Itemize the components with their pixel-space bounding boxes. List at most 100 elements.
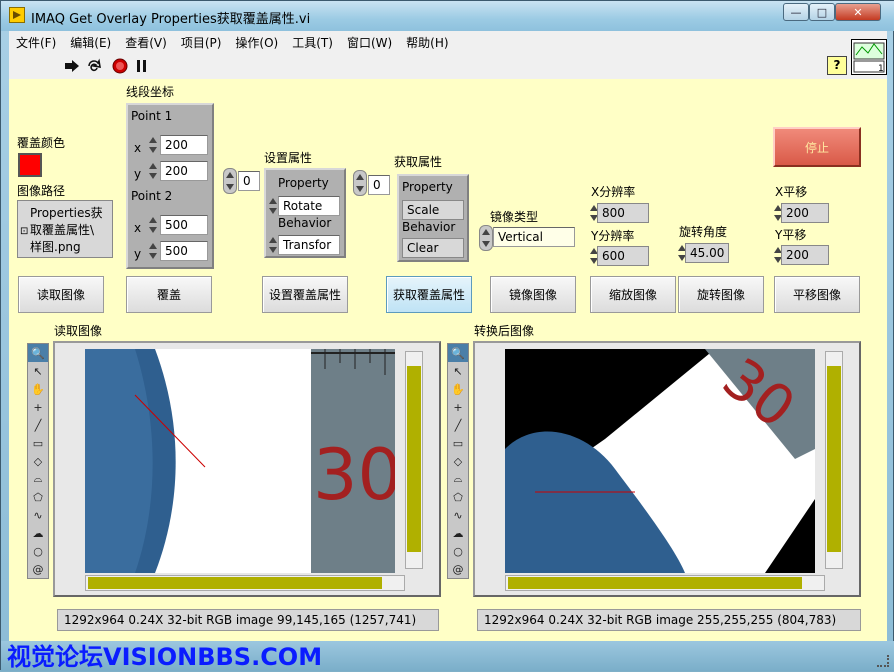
point-tool-icon[interactable]: +	[28, 398, 48, 416]
display1-vscroll[interactable]	[405, 351, 423, 569]
menu-project[interactable]: 项目(P)	[174, 34, 229, 51]
mirror-type-spinner[interactable]	[479, 225, 493, 251]
get-index-spinner[interactable]	[353, 170, 367, 196]
freehand-tool-icon[interactable]: ∿	[448, 506, 468, 524]
display2-vscroll[interactable]	[825, 351, 843, 569]
rotate-image-button[interactable]: 旋转图像	[678, 276, 764, 313]
display2-vscroll-thumb[interactable]	[827, 366, 841, 552]
line-tool-icon[interactable]: ╱	[448, 416, 468, 434]
zoom-tool-icon[interactable]: 🔍	[28, 344, 48, 362]
image-path-control[interactable]: ⊡ Properties获 取覆盖属性\ 样图.png	[17, 200, 113, 258]
y-resolution-input[interactable]: 600	[597, 246, 649, 266]
display1-ruler-number: 30	[313, 434, 395, 516]
display1-image[interactable]: 30	[85, 349, 395, 573]
display2-hscroll[interactable]	[505, 575, 825, 591]
spiral-tool-icon[interactable]: @	[28, 560, 48, 578]
rectangle-tool-icon[interactable]: ▭	[28, 434, 48, 452]
menu-window[interactable]: 窗口(W)	[340, 34, 399, 51]
menu-view[interactable]: 查看(V)	[118, 34, 174, 51]
menu-tools[interactable]: 工具(T)	[285, 34, 340, 51]
display1-vscroll-thumb[interactable]	[407, 366, 421, 552]
line-tool-icon[interactable]: ╱	[28, 416, 48, 434]
display1-hscroll[interactable]	[85, 575, 405, 591]
overlay-button[interactable]: 覆盖	[126, 276, 212, 313]
mirror-type-ring[interactable]: Vertical	[493, 227, 575, 247]
point2-label: Point 2	[131, 189, 173, 203]
set-index-spinner[interactable]	[223, 168, 237, 194]
set-overlay-props-button[interactable]: 设置覆盖属性	[262, 276, 348, 313]
oval-tool-icon[interactable]: ⌓	[28, 470, 48, 488]
point1-x-spinner[interactable]	[148, 135, 158, 155]
annulus-tool-icon[interactable]: ☁	[448, 524, 468, 542]
point2-y-spinner[interactable]	[148, 241, 158, 261]
minimize-button[interactable]: —	[783, 3, 809, 21]
rectangle-tool-icon[interactable]: ▭	[448, 434, 468, 452]
rotated-rect-tool-icon[interactable]: ◇	[28, 452, 48, 470]
stop-button[interactable]: 停止	[773, 127, 861, 167]
resize-grip[interactable]	[877, 655, 889, 667]
set-behavior-label: Behavior	[278, 216, 332, 230]
set-property-spinner[interactable]	[268, 196, 278, 216]
abort-button[interactable]	[111, 57, 129, 75]
menu-operate[interactable]: 操作(O)	[228, 34, 285, 51]
overlay-color-box[interactable]	[18, 153, 42, 177]
point2-x-input[interactable]: 500	[160, 215, 208, 235]
scale-image-button[interactable]: 缩放图像	[590, 276, 676, 313]
rotated-rect-tool-icon[interactable]: ◇	[448, 452, 468, 470]
get-property-value: Scale	[402, 200, 464, 220]
display2-image[interactable]: 30	[505, 349, 815, 573]
context-help-button[interactable]: ?	[827, 56, 847, 75]
freehand-tool-icon[interactable]: ∿	[28, 506, 48, 524]
circle-tool-icon[interactable]: ○	[28, 542, 48, 560]
run-continuously-button[interactable]	[85, 57, 103, 75]
spiral-tool-icon[interactable]: @	[448, 560, 468, 578]
point2-x-spinner[interactable]	[148, 215, 158, 235]
menu-edit[interactable]: 编辑(E)	[63, 34, 118, 51]
set-property-value[interactable]: Rotate	[278, 196, 340, 216]
image-path-line2: 取覆盖属性\	[30, 223, 95, 237]
get-index-input[interactable]: 0	[368, 175, 390, 195]
oval-tool-icon[interactable]: ⌓	[448, 470, 468, 488]
run-button[interactable]	[63, 57, 81, 75]
x-resolution-input[interactable]: 800	[597, 203, 649, 223]
display2-hscroll-thumb[interactable]	[508, 577, 802, 589]
display1-status: 1292x964 0.24X 32-bit RGB image 99,145,1…	[57, 609, 439, 631]
title-bar[interactable]: IMAQ Get Overlay Properties获取覆盖属性.vi — □…	[1, 1, 894, 31]
rotate-angle-input[interactable]: 45.00	[685, 243, 729, 263]
pointer-tool-icon[interactable]: ↖	[448, 362, 468, 380]
read-image-button[interactable]: 读取图像	[18, 276, 104, 313]
circle-tool-icon[interactable]: ○	[448, 542, 468, 560]
mirror-type-label: 镜像类型	[490, 210, 539, 224]
front-panel: 覆盖颜色 图像路径 ⊡ Properties获 取覆盖属性\ 样图.png 线段…	[9, 79, 887, 641]
set-behavior-spinner[interactable]	[268, 235, 278, 255]
pan-tool-icon[interactable]: ✋	[448, 380, 468, 398]
x-shift-input[interactable]: 200	[781, 203, 829, 223]
display1-hscroll-thumb[interactable]	[88, 577, 382, 589]
point1-y-input[interactable]: 200	[160, 161, 208, 181]
pointer-tool-icon[interactable]: ↖	[28, 362, 48, 380]
point1-y-spinner[interactable]	[148, 161, 158, 181]
menu-help[interactable]: 帮助(H)	[399, 34, 455, 51]
pause-button[interactable]	[133, 57, 151, 75]
point2-y-label: y	[134, 247, 142, 261]
maximize-button[interactable]: □	[809, 3, 835, 21]
set-props-cluster: Property Rotate Behavior Transfor	[264, 168, 346, 258]
set-behavior-value[interactable]: Transfor	[278, 235, 340, 255]
mirror-image-button[interactable]: 镜像图像	[490, 276, 576, 313]
shift-image-button[interactable]: 平移图像	[774, 276, 860, 313]
point1-x-input[interactable]: 200	[160, 135, 208, 155]
annulus-tool-icon[interactable]: ☁	[28, 524, 48, 542]
point2-y-input[interactable]: 500	[160, 241, 208, 261]
polygon-tool-icon[interactable]: ⬠	[448, 488, 468, 506]
pan-tool-icon[interactable]: ✋	[28, 380, 48, 398]
close-button[interactable]: ✕	[835, 3, 881, 21]
set-index-input[interactable]: 0	[238, 171, 260, 191]
menu-file[interactable]: 文件(F)	[9, 34, 63, 51]
set-property-label: Property	[278, 176, 329, 190]
y-shift-input[interactable]: 200	[781, 245, 829, 265]
get-overlay-props-button[interactable]: 获取覆盖属性	[386, 276, 472, 313]
polygon-tool-icon[interactable]: ⬠	[28, 488, 48, 506]
point1-y-label: y	[134, 167, 142, 181]
zoom-tool-icon[interactable]: 🔍	[448, 344, 468, 362]
point-tool-icon[interactable]: +	[448, 398, 468, 416]
